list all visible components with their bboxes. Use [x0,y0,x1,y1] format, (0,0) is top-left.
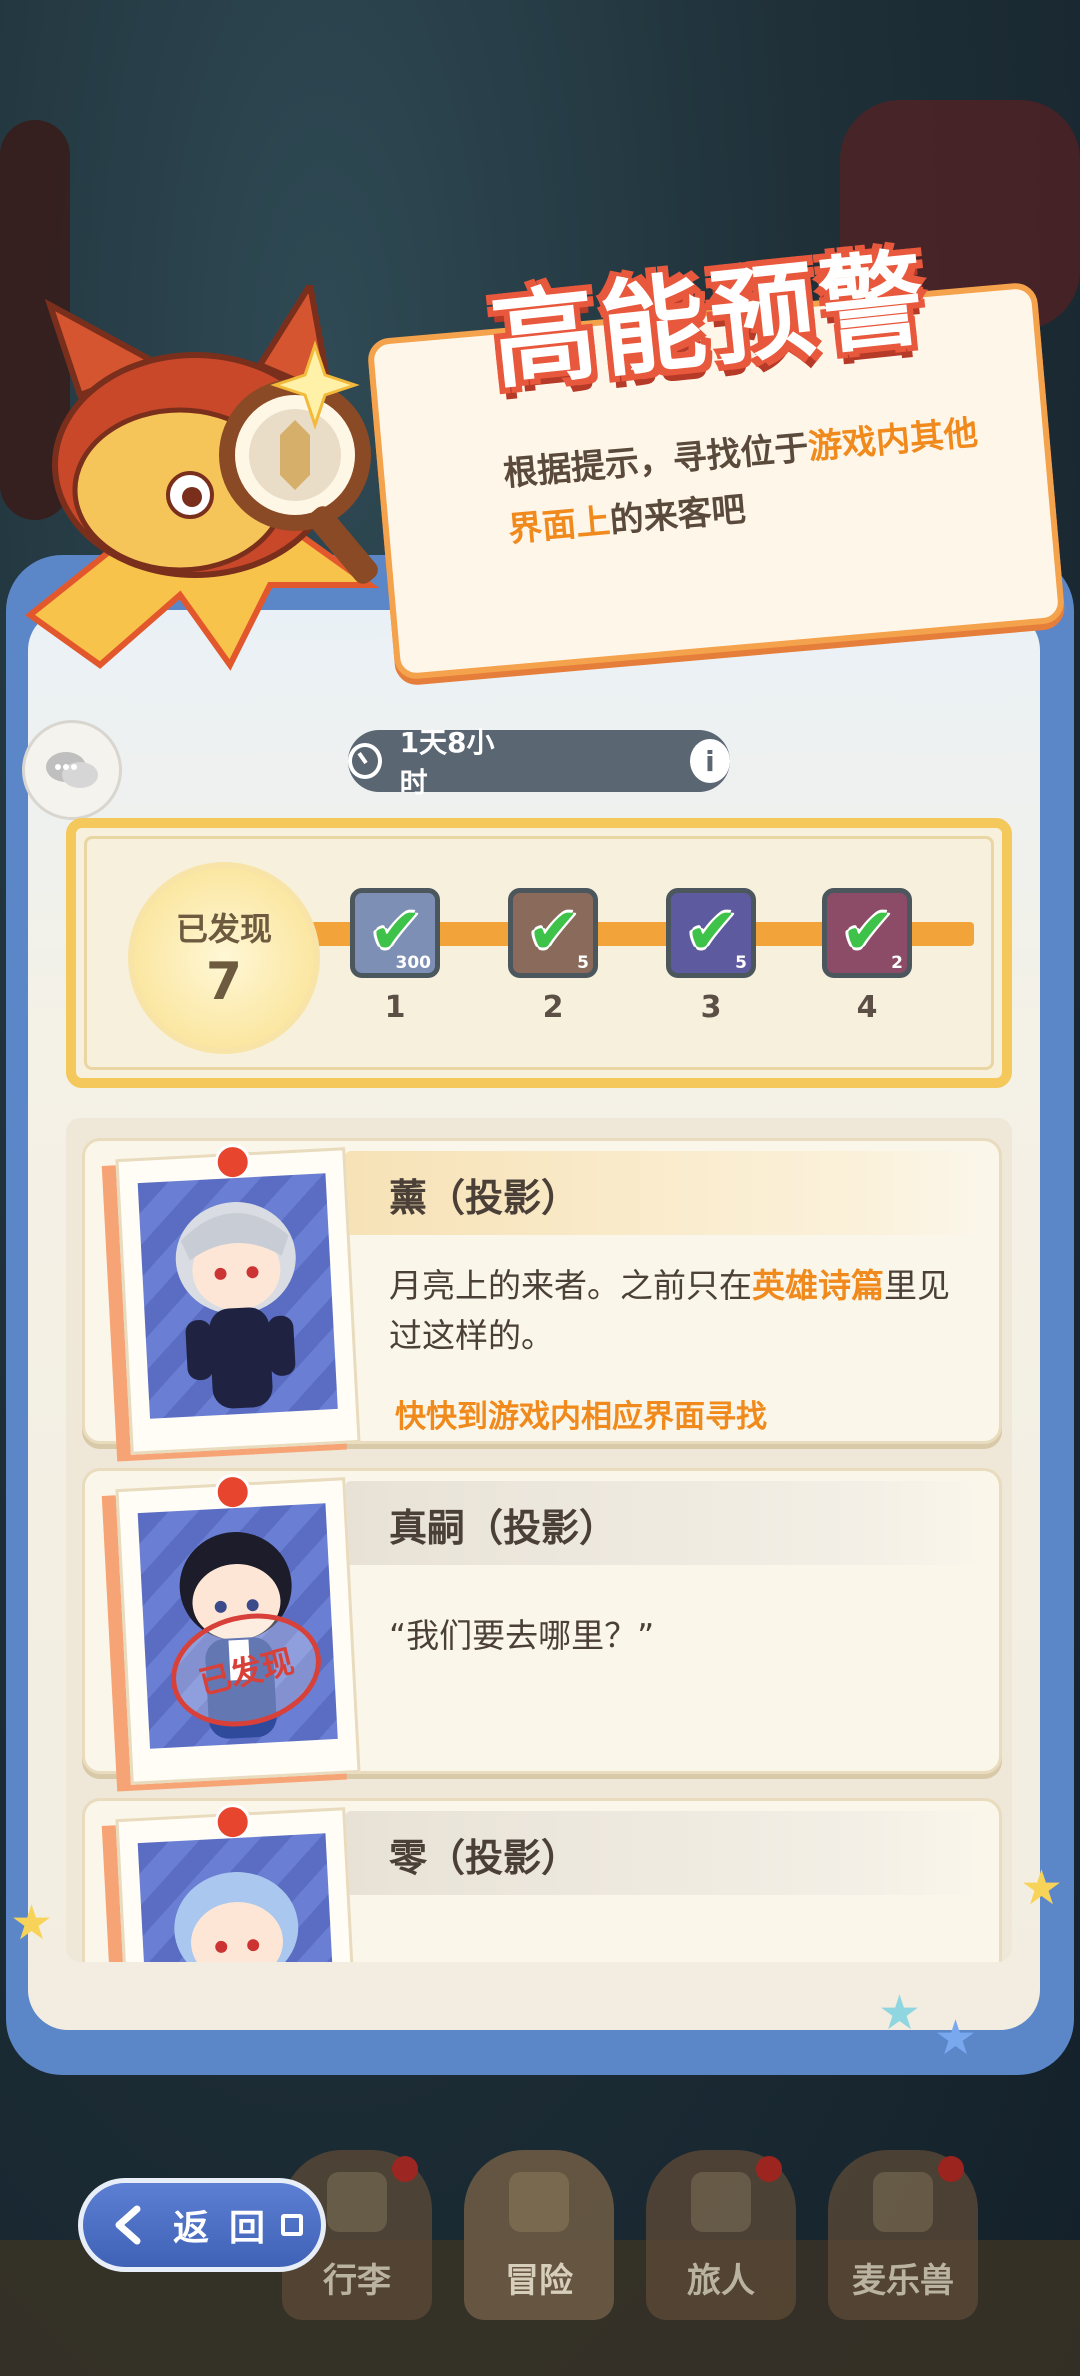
reward-qty: 5 [735,953,747,973]
reward-item-4[interactable]: ✔ 2 [822,888,912,978]
reward-index: 1 [384,990,406,1025]
reward-item-3[interactable]: ✔ 5 [666,888,756,978]
visitor-description: “我们要去哪里？” [389,1616,655,1655]
event-timer: 1天8小时 i [348,726,730,799]
found-count: 7 [205,952,243,1012]
back-label: 返回 [173,2208,286,2249]
chat-bubble-icon [46,752,98,788]
rei-portrait [137,1833,338,1962]
tab-pets[interactable]: 麦乐兽 [828,2150,978,2320]
reward-qty: 5 [577,953,589,973]
reward-item-2[interactable]: ✔ 5 [508,888,598,978]
crossed-swords-icon [509,2172,569,2232]
star-icon: ★ [10,1895,54,1951]
clock-icon [348,743,382,779]
hint-text-part2: 的来客吧 [608,489,748,542]
visitor-list[interactable]: 薰（投影） 月亮上的来者。之前只在英雄诗篇里见过这样的。 快快到游戏内相应界面寻… [66,1118,1012,1962]
visitor-photo [115,1803,361,1962]
pin-icon [213,1473,252,1512]
visitor-card-rei[interactable]: 零（投影） [82,1798,1002,1962]
reward-qty: 300 [395,953,432,973]
timer-text: 1天8小时 [399,726,495,799]
pet-icon [873,2172,933,2232]
visitor-name: 零（投影） [389,1836,580,1880]
visitor-photo [115,1143,361,1455]
reward-index: 2 [542,990,564,1025]
star-icon: ★ [1020,1860,1064,1916]
search-hint-link[interactable]: 快快到游戏内相应界面寻找 [395,1391,767,1436]
check-icon: ✔ [685,895,739,969]
visitor-desc-highlight: 英雄诗篇 [752,1266,884,1305]
pin-icon [213,1803,252,1842]
pin-icon [213,1143,252,1182]
notification-dot [392,2156,418,2182]
visitor-card-kaworu[interactable]: 薰（投影） 月亮上的来者。之前只在英雄诗篇里见过这样的。 快快到游戏内相应界面寻… [82,1138,1002,1455]
reward-index: 4 [856,990,878,1025]
back-arrow-icon [99,2195,159,2255]
check-icon: ✔ [841,895,895,969]
reward-item-1[interactable]: ✔ 300 [350,888,440,978]
visitor-description: 月亮上的来者。之前只在英雄诗篇里见过这样的。 [389,1261,979,1361]
check-icon: ✔ [527,895,581,969]
tab-travelers[interactable]: 旅人 [646,2150,796,2320]
found-label: 已发现 [175,910,272,948]
star-icon: ★ [878,1985,922,2041]
kaworu-portrait [137,1173,338,1419]
back-button[interactable]: 返回 [78,2178,326,2272]
notification-dot [938,2156,964,2182]
visitor-name: 薰（投影） [389,1176,580,1220]
tab-adventure[interactable]: 冒险 [464,2150,614,2320]
traveler-icon [691,2172,751,2232]
info-icon[interactable]: i [689,739,730,783]
notification-dot [756,2156,782,2182]
visitor-name: 真嗣（投影） [389,1506,618,1550]
found-counter: 已发现 7 [128,862,320,1054]
star-icon: ★ [934,2010,978,2066]
tab-label: 旅人 [687,2261,755,2301]
reward-index: 3 [700,990,722,1025]
tab-label: 麦乐兽 [852,2261,954,2301]
detective-mascot-icon [25,285,380,671]
tab-label: 冒险 [505,2261,573,2301]
reward-qty: 2 [891,953,903,973]
luggage-icon [327,2172,387,2232]
square-icon [281,2214,304,2236]
visitor-desc-part1: 月亮上的来者。之前只在 [389,1266,752,1305]
chat-button[interactable] [22,720,122,820]
